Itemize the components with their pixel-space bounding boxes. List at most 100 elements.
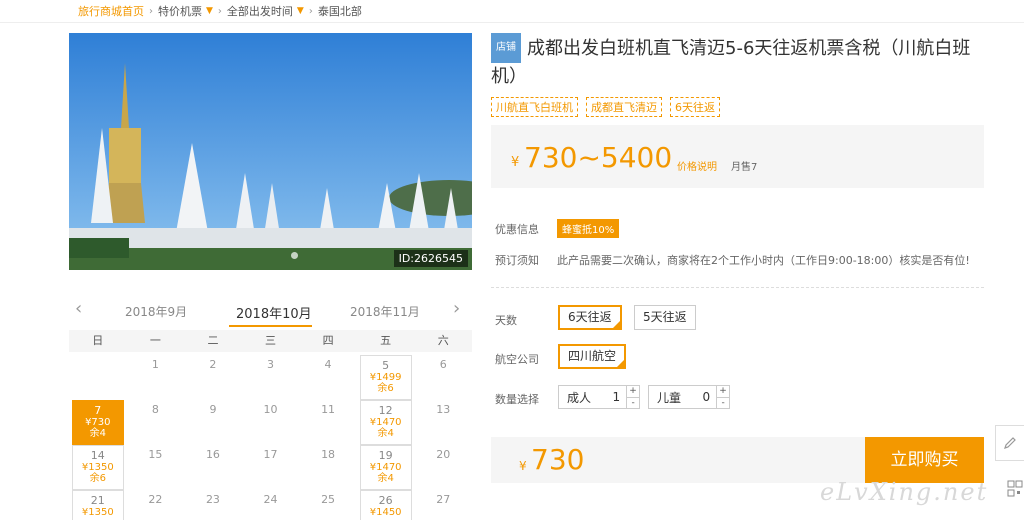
calendar-day: 18 [299,445,357,490]
calendar-day-available[interactable]: 21 ¥1350 [71,490,124,520]
calendar-day: 24 [242,490,300,520]
product-tag: 成都直飞清迈 [586,97,662,117]
day-price: ¥730 [85,417,111,428]
day-number: 24 [263,493,278,506]
day-price: ¥1470 [369,462,402,473]
day-number: 14 [90,449,105,462]
calendar-day: 10 [242,400,300,445]
calendar-day: 9 [184,400,242,445]
product-title-text: 成都出发白班机直飞清迈5-6天往返机票含税（川航白班机） [491,38,971,87]
breadcrumb-home-link[interactable]: 旅行商城首页 [78,3,144,19]
adult-quantity-stepper[interactable]: 成人 1 + - [558,385,640,409]
image-id-tag: ID:2626545 [393,250,468,267]
month-tab-next[interactable]: 2018年11月 [350,303,420,320]
child-label: 儿童 [657,390,682,405]
child-quantity-stepper[interactable]: 儿童 0 + - [648,385,730,409]
weekday-label: 三 [265,334,277,347]
day-number: 19 [378,449,393,462]
breadcrumb-separator-icon: › [217,5,222,17]
day-number: 11 [321,403,336,416]
day-remaining: 余4 [377,473,394,484]
day-number: 20 [436,448,451,461]
breadcrumb-item-flights[interactable]: 特价机票 [158,3,202,19]
discount-label: 优惠信息 [495,223,539,236]
day-price: ¥1350 [81,507,114,518]
edit-icon[interactable] [995,425,1024,461]
breadcrumb-item-destination: 泰国北部 [317,5,362,18]
adult-label: 成人 [567,390,592,405]
day-remaining: 余4 [89,428,106,439]
days-option-6[interactable]: 6天往返 [558,305,622,330]
price-panel: ¥ 730~5400 价格说明 月售7 [491,125,984,188]
carousel-dot[interactable] [291,252,298,259]
dropdown-arrow-icon[interactable]: ▼ [297,6,304,16]
price-explain-link[interactable]: 价格说明 [677,158,717,173]
calendar-day: 1 [127,355,185,400]
day-number: 5 [382,359,390,372]
calendar-month-nav: ‹ 2018年9月 2018年10月 2018年11月 › [69,296,472,328]
day-number: 7 [94,404,102,417]
minus-icon[interactable]: - [717,398,729,409]
calendar-weekday-header: 日 一 二 三 四 五 六 [69,330,472,352]
qrcode-icon[interactable] [1005,478,1024,500]
chevron-left-icon[interactable]: ‹ [75,298,82,319]
calendar-week-row: 14 ¥1350 余6 15 16 17 18 19 ¥1470 余4 20 [69,445,472,490]
total-price: 730 [531,443,585,476]
calendar-day: 8 [127,400,185,445]
calendar-day-available[interactable]: 14 ¥1350 余6 [71,445,124,490]
calendar-day-available[interactable]: 7 ¥730 余4 [71,400,124,445]
minus-icon[interactable]: - [627,398,639,409]
day-number: 4 [324,358,332,371]
day-number: 6 [439,358,447,371]
breadcrumb-separator-icon: › [308,5,313,17]
quantity-label: 数量选择 [495,393,539,406]
calendar-day: 11 [299,400,357,445]
month-tab-prev[interactable]: 2018年9月 [125,303,187,320]
product-header: 店铺 成都出发白班机直飞清迈5-6天往返机票含税（川航白班机） [491,33,981,91]
currency-symbol: ¥ [519,459,527,473]
calendar-week-row: 21 ¥1350 22 23 24 25 26 ¥1450 27 [69,490,472,520]
day-number: 22 [148,493,163,506]
booking-notice-row: 预订须知 此产品需要二次确认，商家将在2个工作小时内（工作日9:00-18:00）… [495,252,970,268]
plus-icon[interactable]: + [717,386,729,398]
day-number: 1 [151,358,159,371]
day-remaining: 余4 [377,428,394,439]
dropdown-arrow-icon[interactable]: ▼ [206,6,213,16]
discount-badge: 蜂蜜抵10% [557,219,620,238]
calendar-day: 27 [414,490,472,520]
adult-qty-value[interactable]: 1 [606,390,626,404]
month-tab-current[interactable]: 2018年10月 [236,303,312,322]
product-title: 店铺 成都出发白班机直飞清迈5-6天往返机票含税（川航白班机） [491,33,981,91]
day-price: ¥1350 [81,462,114,473]
calendar-day-available[interactable]: 5 ¥1499 余6 [359,355,412,400]
plus-icon[interactable]: + [627,386,639,398]
monthly-sold: 月售7 [731,162,758,173]
calendar-day-available[interactable]: 19 ¥1470 余4 [359,445,412,490]
chevron-right-icon[interactable]: › [453,298,460,319]
day-number: 10 [263,403,278,416]
breadcrumb-item-departure-time[interactable]: 全部出发时间 [227,3,293,19]
calendar-day: 15 [127,445,185,490]
calendar-day-available[interactable]: 26 ¥1450 [359,490,412,520]
calendar-day-available[interactable]: 12 ¥1470 余4 [359,400,412,445]
shop-badge[interactable]: 店铺 [491,33,521,63]
divider [0,22,1024,23]
day-number: 26 [378,494,393,507]
buy-now-button[interactable]: 立即购买 [865,437,984,483]
days-option-5[interactable]: 5天往返 [634,305,696,330]
airline-option[interactable]: 四川航空 [558,344,627,369]
weekday-label: 五 [380,334,392,347]
calendar-day: 22 [127,490,185,520]
child-qty-value[interactable]: 0 [696,390,716,404]
day-number: 23 [205,493,220,506]
breadcrumb: 旅行商城首页 › 特价机票 ▼ › 全部出发时间 ▼ › 泰国北部 [78,3,362,19]
calendar-day: 3 [242,355,300,400]
divider [491,287,984,288]
calendar-week-row: 7 ¥730 余4 8 9 10 11 12 ¥1470 余4 13 [69,400,472,445]
product-image[interactable]: ID:2626545 [69,33,472,270]
weekday-label: 四 [322,334,334,347]
day-remaining: 余6 [377,383,394,394]
watermark: eLvXing.net [820,478,989,506]
day-number: 8 [151,403,159,416]
calendar-day: 6 [414,355,472,400]
